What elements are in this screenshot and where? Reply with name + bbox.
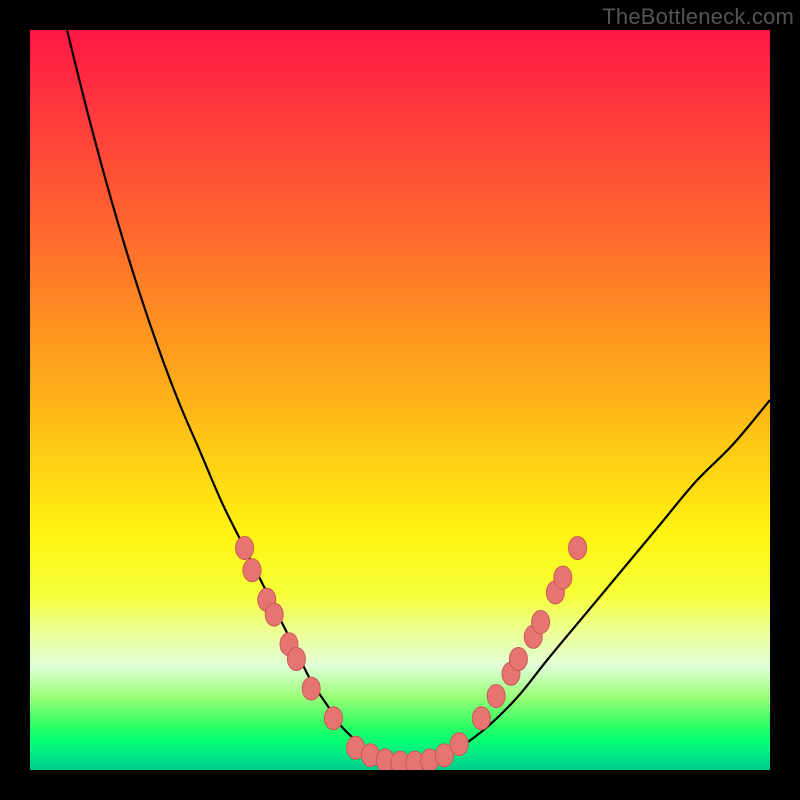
plot-outer <box>30 30 770 770</box>
gradient-background <box>30 30 770 770</box>
chart-frame: TheBottleneck.com <box>0 0 800 800</box>
watermark-text: TheBottleneck.com <box>602 4 794 30</box>
